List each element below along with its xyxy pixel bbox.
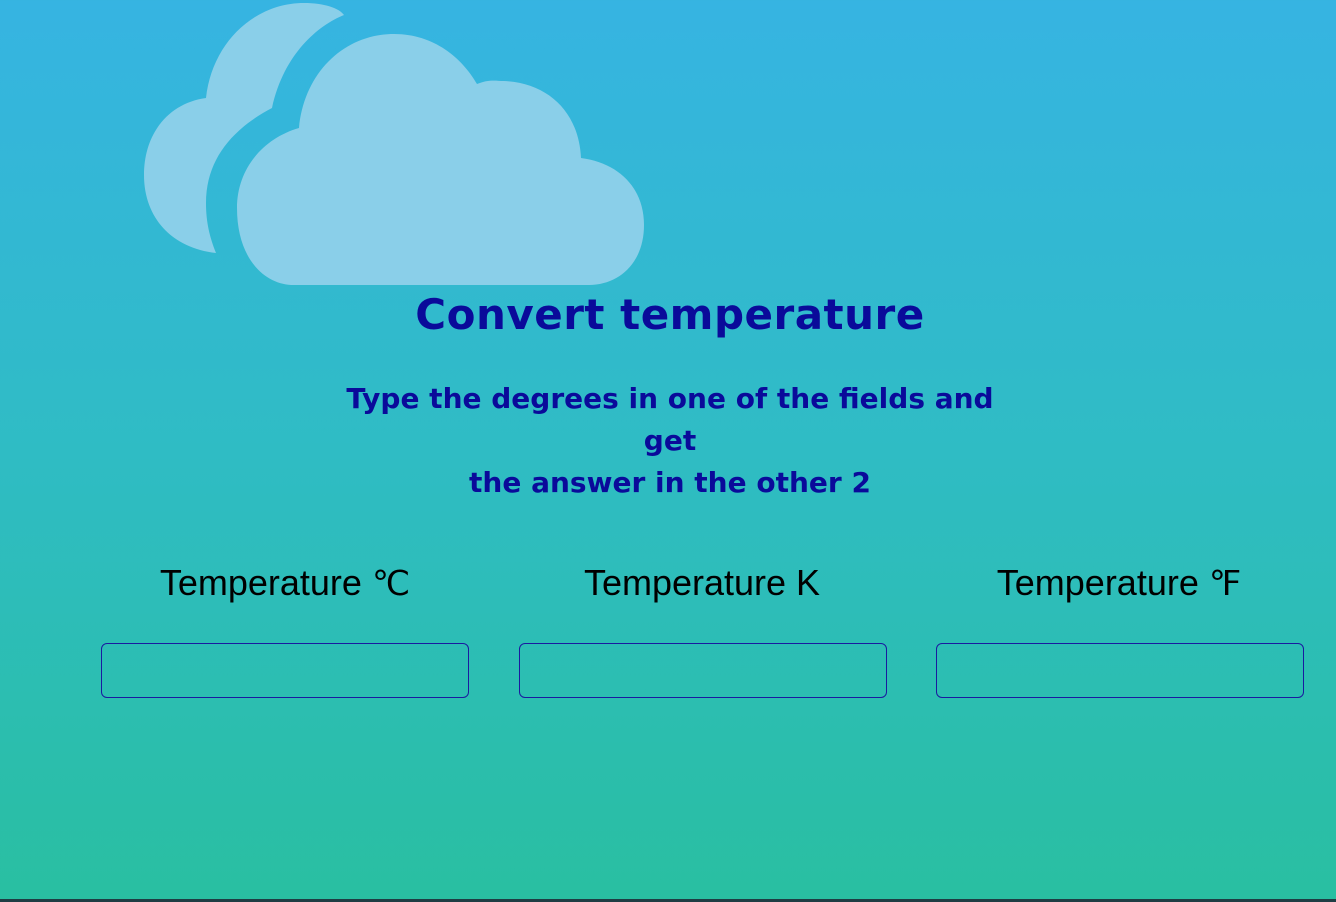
subtitle-line-2: the answer in the other 2 xyxy=(469,466,871,499)
fahrenheit-unit: ℉ xyxy=(1208,566,1242,603)
celsius-unit: ℃ xyxy=(371,566,411,603)
page-title: Convert temperature xyxy=(415,290,925,339)
cloud-icon xyxy=(144,3,644,285)
kelvin-input[interactable] xyxy=(519,643,887,698)
celsius-input[interactable] xyxy=(101,643,469,698)
page-subtitle: Type the degrees in one of the fields an… xyxy=(320,378,1020,504)
fahrenheit-input[interactable] xyxy=(936,643,1304,698)
subtitle-line-1: Type the degrees in one of the fields an… xyxy=(346,382,994,457)
fahrenheit-label-text: Temperature xyxy=(996,562,1209,603)
kelvin-label-text: Temperature K xyxy=(583,562,821,603)
kelvin-label: Temperature K xyxy=(492,562,912,604)
celsius-label-text: Temperature xyxy=(159,562,372,603)
fahrenheit-label: Temperature ℉ xyxy=(909,562,1329,604)
celsius-label: Temperature ℃ xyxy=(75,562,495,604)
